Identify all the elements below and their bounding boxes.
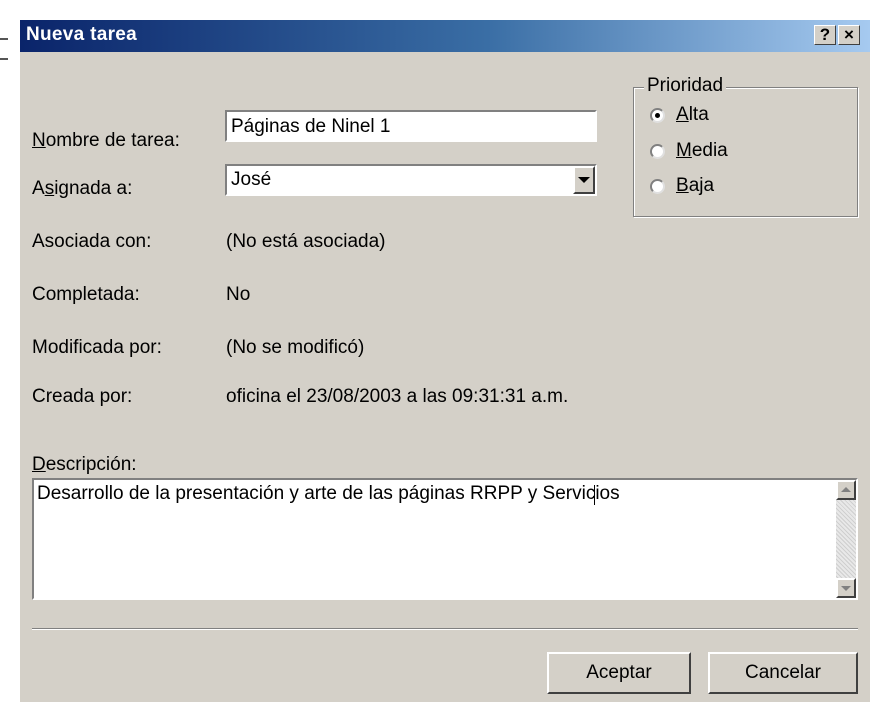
created-value: oficina el 23/08/2003 a las 09:31:31 a.m…: [226, 386, 569, 407]
accept-button[interactable]: Aceptar: [547, 652, 691, 694]
priority-radio-media[interactable]: [650, 144, 665, 159]
edge-mark: [0, 58, 8, 60]
priority-group-title: Prioridad: [644, 75, 727, 97]
assigned-to-label: Asignada a:: [32, 178, 132, 200]
assigned-to-label-pre: A: [32, 178, 45, 199]
task-name-label-text: ombre de tarea:: [45, 130, 180, 151]
assigned-to-select[interactable]: José: [225, 164, 597, 196]
description-value: Desarrollo de la presentación y arte de …: [37, 483, 620, 504]
task-name-input[interactable]: Páginas de Ninel 1: [225, 110, 597, 142]
task-name-accel: N: [32, 130, 46, 151]
priority-radio-alta[interactable]: [650, 108, 665, 123]
edge-mark: [0, 38, 8, 40]
scroll-down-arrow-icon: [841, 586, 851, 591]
cancel-button[interactable]: Cancelar: [708, 652, 858, 694]
priority-radio-baja[interactable]: [650, 179, 665, 194]
scroll-up-button[interactable]: [836, 480, 856, 500]
close-icon: ×: [844, 25, 854, 44]
assigned-to-accel: s: [44, 178, 55, 199]
title-bar[interactable]: Nueva tarea ? ×: [20, 20, 870, 52]
chevron-down-icon: [578, 177, 590, 183]
priority-alta-accel: A: [676, 104, 689, 125]
associated-label: Asociada con:: [32, 231, 152, 252]
task-name-label: Nombre de tarea:: [32, 130, 180, 152]
close-button[interactable]: ×: [838, 25, 860, 45]
completed-value: No: [226, 284, 251, 305]
modified-value: (No se modificó): [226, 337, 365, 358]
priority-baja-text: aja: [688, 175, 715, 196]
priority-baja-accel: B: [676, 175, 689, 196]
priority-option-media[interactable]: Media: [676, 140, 728, 162]
priority-media-text: edia: [691, 140, 728, 161]
text-caret: [594, 485, 595, 505]
assigned-to-value: José: [231, 169, 272, 190]
completed-label: Completada:: [32, 284, 140, 305]
priority-option-alta[interactable]: Alta: [676, 104, 709, 126]
priority-option-baja[interactable]: Baja: [676, 175, 714, 197]
priority-media-accel: M: [676, 140, 692, 161]
description-label: Descripción:: [32, 454, 137, 476]
scroll-up-arrow-icon: [841, 487, 851, 492]
window-title: Nueva tarea: [26, 24, 138, 45]
background-window-edge: [0, 0, 20, 702]
description-label-text: escripción:: [45, 454, 137, 475]
priority-alta-text: lta: [688, 104, 709, 125]
dropdown-button[interactable]: [573, 166, 595, 194]
priority-group: [633, 87, 858, 217]
created-label: Creada por:: [32, 386, 133, 407]
task-name-value: Páginas de Ninel 1: [231, 116, 391, 137]
radio-selected-dot: [655, 113, 660, 118]
modified-label: Modificada por:: [32, 337, 162, 358]
associated-value: (No está asociada): [226, 231, 386, 252]
scroll-down-button[interactable]: [836, 578, 856, 598]
description-accel: D: [32, 454, 46, 475]
footer-separator: [32, 628, 858, 630]
dialog-window: Nueva tarea ? × Nombre de tarea: Páginas…: [20, 20, 870, 702]
assigned-to-label-text: ignada a:: [54, 178, 133, 199]
description-textarea[interactable]: Desarrollo de la presentación y arte de …: [32, 478, 858, 600]
help-button[interactable]: ?: [814, 25, 836, 45]
